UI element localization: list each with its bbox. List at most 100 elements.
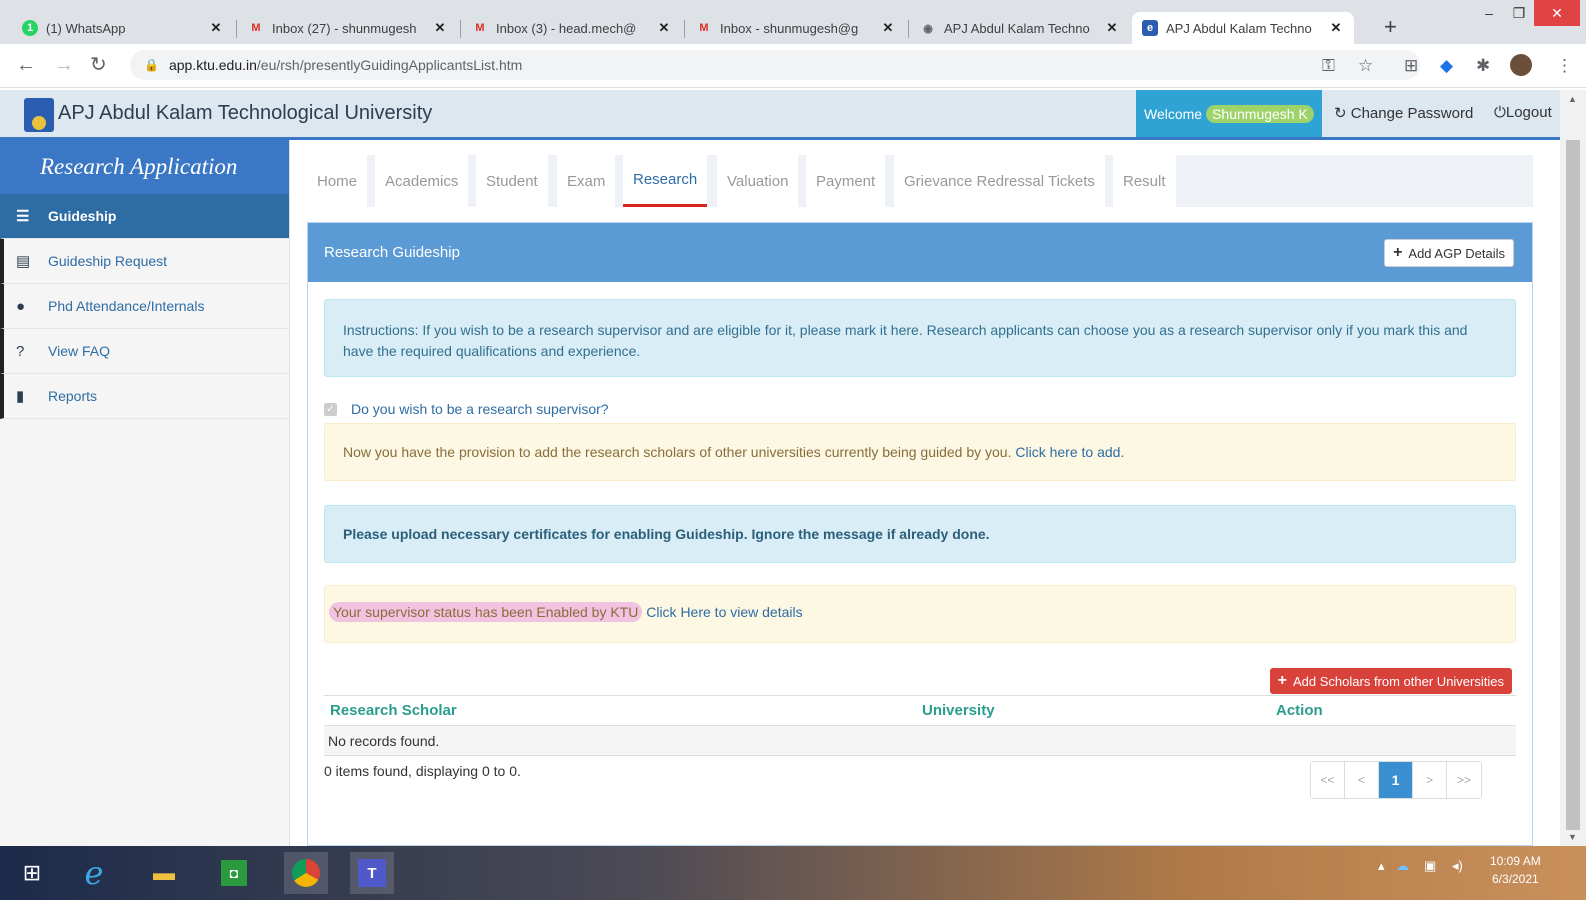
refresh-icon: ↻ <box>1334 105 1347 122</box>
welcome-box: Welcome Shunmugesh K <box>1136 90 1322 137</box>
column-university[interactable]: University <box>916 695 1270 726</box>
menu-student[interactable]: Student <box>476 155 548 207</box>
supervisor-checkbox-row[interactable]: ✓ Do you wish to be a research superviso… <box>324 401 609 417</box>
teams-icon[interactable]: T <box>350 852 394 894</box>
add-scholars-button[interactable]: + Add Scholars from other Universities <box>1269 668 1512 694</box>
url-domain: app.ktu.edu.in <box>168 57 257 73</box>
file-explorer-icon[interactable]: ▬ <box>142 852 186 894</box>
tray-chevron-icon[interactable]: ▴ <box>1378 858 1385 874</box>
scroll-down-icon[interactable]: ▼ <box>1568 832 1577 842</box>
close-tab-icon[interactable]: ✕ <box>880 20 896 36</box>
menu-exam[interactable]: Exam <box>557 155 616 207</box>
add-agp-details-button[interactable]: + Add AGP Details <box>1384 239 1514 267</box>
menu-dots-icon[interactable]: ⋮ <box>1556 56 1573 76</box>
close-tab-icon[interactable]: ✕ <box>208 20 224 36</box>
onedrive-icon[interactable]: ☁ <box>1396 858 1409 874</box>
windows-start-icon[interactable]: ⊞ <box>10 852 54 894</box>
page-scrollbar[interactable]: ▲ ▼ <box>1560 90 1586 846</box>
panel-title: Research Guideship <box>324 244 460 261</box>
click-here-to-add-link[interactable]: Click here to add. <box>1015 444 1124 460</box>
pager-last[interactable]: >> <box>1447 762 1481 798</box>
sidebar-item-phd-attendance[interactable]: ● Phd Attendance/Internals <box>0 284 289 329</box>
system-clock[interactable]: 10:09 AM 6/3/2021 <box>1490 852 1541 888</box>
browser-toolbar: ← → ↻ 🔒 app.ktu.edu.in/eu/rsh/presentlyG… <box>0 44 1586 88</box>
browser-tab-whatsapp[interactable]: 1 (1) WhatsApp ✕ <box>12 12 234 44</box>
browser-tab-inbox-27[interactable]: M Inbox (27) - shunmugesh ✕ <box>238 12 458 44</box>
network-icon[interactable]: ▣ <box>1424 858 1436 874</box>
supervisor-checkbox[interactable]: ✓ <box>324 402 337 416</box>
url-path: /eu/rsh/presentlyGuidingApplicantsList.h… <box>256 57 523 73</box>
globe-icon: ◉ <box>923 22 933 35</box>
chrome-icon[interactable] <box>284 852 328 894</box>
forward-icon[interactable]: → <box>54 54 74 76</box>
volume-icon[interactable]: ◂) <box>1452 858 1463 874</box>
menu-home[interactable]: Home <box>307 155 368 207</box>
menu-payment[interactable]: Payment <box>806 155 886 207</box>
whatsapp-icon: 1 <box>22 20 38 36</box>
app-header: APJ Abdul Kalam Technological University… <box>0 90 1560 140</box>
user-icon: ● <box>16 297 26 315</box>
table-row: No records found. <box>324 725 1516 756</box>
close-tab-icon[interactable]: ✕ <box>656 20 672 36</box>
pager-first[interactable]: << <box>1311 762 1345 798</box>
list-icon: ☰ <box>16 208 30 225</box>
star-icon[interactable]: ☆ <box>1358 56 1373 76</box>
internet-explorer-icon[interactable]: e <box>72 852 116 894</box>
pager-prev[interactable]: < <box>1345 762 1379 798</box>
close-tab-icon[interactable]: ✕ <box>432 20 448 36</box>
new-tab-button[interactable]: + <box>1384 16 1397 38</box>
sidebar-title: Research Application <box>0 140 289 194</box>
gmail-icon: M <box>699 22 709 34</box>
top-menu: Home Academics Student Exam Research Val… <box>307 155 1533 207</box>
restore-button[interactable]: ❐ <box>1504 0 1534 26</box>
browser-tab-ktu-1[interactable]: ◉ APJ Abdul Kalam Techno ✕ <box>910 12 1130 44</box>
sidebar-item-guideship-request[interactable]: ▤ Guideship Request <box>0 239 289 284</box>
key-icon[interactable]: ⚿ <box>1322 56 1335 76</box>
browser-tab-inbox[interactable]: M Inbox - shunmugesh@g ✕ <box>686 12 906 44</box>
minimize-button[interactable]: – <box>1474 0 1504 26</box>
scroll-thumb[interactable] <box>1566 140 1580 830</box>
close-window-button[interactable]: ✕ <box>1534 0 1580 26</box>
pager-current[interactable]: 1 <box>1379 762 1413 798</box>
browser-tab-ktu-active[interactable]: e APJ Abdul Kalam Techno ✕ <box>1132 12 1354 44</box>
sidebar-item-view-faq[interactable]: ? View FAQ <box>0 329 289 374</box>
menu-research[interactable]: Research <box>623 155 708 207</box>
sidebar-item-reports[interactable]: ▮ Reports <box>0 374 289 419</box>
address-bar[interactable]: 🔒 app.ktu.edu.in/eu/rsh/presentlyGuiding… <box>130 50 1420 80</box>
sidebar: Research Application ☰ Guideship ▤ Guide… <box>0 140 290 846</box>
close-tab-icon[interactable]: ✕ <box>1328 20 1344 36</box>
menu-academics[interactable]: Academics <box>375 155 469 207</box>
plus-icon: + <box>1393 244 1403 261</box>
browser-tab-inbox-3[interactable]: M Inbox (3) - head.mech@ ✕ <box>462 12 682 44</box>
provision-alert: Now you have the provision to add the re… <box>324 423 1516 481</box>
column-action[interactable]: Action <box>1270 695 1516 726</box>
sidebar-item-guideship[interactable]: ☰ Guideship <box>0 194 289 239</box>
pager-next[interactable]: > <box>1413 762 1447 798</box>
browser-tab-strip: 1 (1) WhatsApp ✕ M Inbox (27) - shunmuge… <box>0 0 1586 44</box>
power-icon: ⏻ <box>1494 104 1506 121</box>
panel-header: Research Guideship + Add AGP Details <box>308 223 1532 282</box>
reload-icon[interactable]: ↻ <box>90 54 107 76</box>
back-icon[interactable]: ← <box>16 54 36 76</box>
windows-taskbar: ⊞ e ▬ ◘ T ▴ ☁ ▣ ◂) 10:09 AM 6/3/2021 <box>0 846 1586 900</box>
view-details-link[interactable]: Click Here to view details <box>646 604 802 620</box>
change-password-link[interactable]: ↻ Change Password <box>1334 104 1473 122</box>
menu-grievance[interactable]: Grievance Redressal Tickets <box>894 155 1105 207</box>
menu-result[interactable]: Result <box>1113 155 1176 207</box>
scroll-up-icon[interactable]: ▲ <box>1568 94 1577 104</box>
gmail-icon: M <box>251 22 261 34</box>
supervisor-status-alert: Your supervisor status has been Enabled … <box>324 585 1516 643</box>
lock-icon: 🔒 <box>144 58 159 72</box>
menu-valuation[interactable]: Valuation <box>717 155 799 207</box>
puzzle-icon[interactable]: ✱ <box>1476 56 1490 76</box>
welcome-label: Welcome <box>1144 105 1203 122</box>
extension-grid-icon[interactable]: ⊞ <box>1404 56 1418 76</box>
logout-link[interactable]: ⏻Logout <box>1494 104 1552 121</box>
store-icon[interactable]: ◘ <box>212 852 256 894</box>
profile-avatar[interactable] <box>1510 54 1532 76</box>
pagination: << < 1 > >> <box>1310 761 1482 799</box>
close-tab-icon[interactable]: ✕ <box>1104 20 1120 36</box>
extension-diamond-icon[interactable]: ◆ <box>1440 56 1453 76</box>
ktu-favicon: e <box>1142 20 1158 36</box>
column-research-scholar[interactable]: Research Scholar <box>324 695 916 726</box>
